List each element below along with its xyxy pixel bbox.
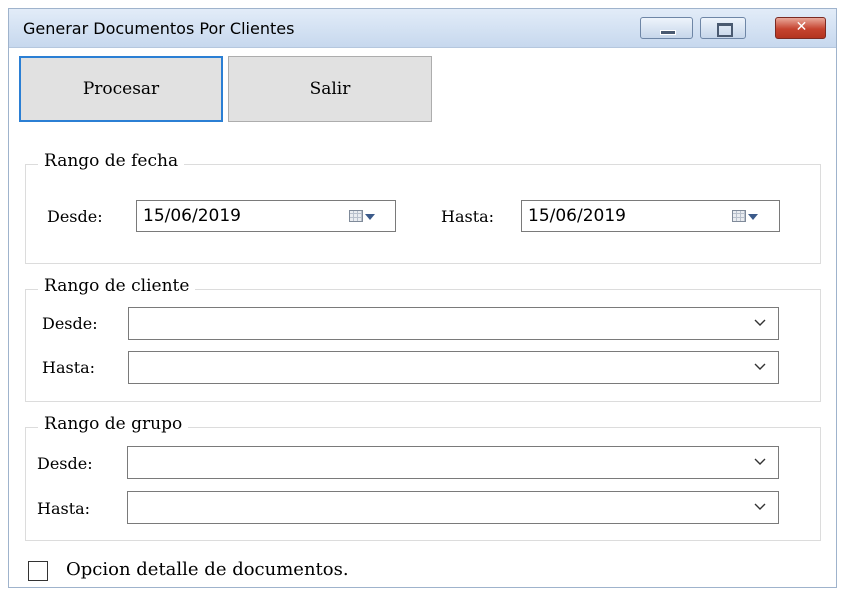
detalle-documentos-label[interactable]: Opcion detalle de documentos. xyxy=(66,559,349,580)
title-bar[interactable]: Generar Documentos Por Clientes ✕ xyxy=(9,9,836,48)
grupo-hasta-select[interactable] xyxy=(127,491,779,524)
fecha-desde-picker[interactable]: 15/06/2019 xyxy=(136,200,396,232)
detalle-documentos-checkbox[interactable] xyxy=(28,561,48,581)
grupo-desde-label: Desde: xyxy=(37,454,93,473)
calendar-icon[interactable] xyxy=(732,210,746,222)
chevron-down-icon[interactable] xyxy=(754,500,766,512)
close-icon: ✕ xyxy=(795,19,808,35)
window: Generar Documentos Por Clientes ✕ Proces… xyxy=(8,8,837,588)
procesar-button[interactable]: Procesar xyxy=(19,56,223,122)
minimize-button[interactable] xyxy=(640,17,693,39)
calendar-dropdown-arrow-icon[interactable] xyxy=(365,214,375,220)
rango-grupo-group: Rango de grupo Desde: Hasta: xyxy=(25,414,821,541)
chevron-down-icon[interactable] xyxy=(754,316,766,328)
cliente-desde-label: Desde: xyxy=(42,314,98,333)
calendar-icon[interactable] xyxy=(349,210,363,222)
fecha-hasta-label: Hasta: xyxy=(441,207,495,226)
fecha-desde-label: Desde: xyxy=(47,207,103,226)
rango-cliente-group: Rango de cliente Desde: Hasta: xyxy=(25,276,821,402)
grupo-desde-select[interactable] xyxy=(127,446,779,479)
rango-cliente-legend: Rango de cliente xyxy=(38,276,196,296)
chevron-down-icon[interactable] xyxy=(754,455,766,467)
cliente-hasta-select[interactable] xyxy=(128,351,779,384)
maximize-icon xyxy=(717,23,733,37)
maximize-button[interactable] xyxy=(700,17,746,39)
fecha-hasta-picker[interactable]: 15/06/2019 xyxy=(521,200,780,232)
fecha-hasta-value: 15/06/2019 xyxy=(528,206,626,226)
window-title: Generar Documentos Por Clientes xyxy=(23,19,295,38)
close-button[interactable]: ✕ xyxy=(775,17,826,39)
chevron-down-icon[interactable] xyxy=(754,360,766,372)
cliente-desde-select[interactable] xyxy=(128,307,779,340)
grupo-hasta-label: Hasta: xyxy=(37,499,91,518)
cliente-hasta-label: Hasta: xyxy=(42,358,96,377)
fecha-desde-value: 15/06/2019 xyxy=(143,206,241,226)
rango-fecha-group: Rango de fecha Desde: 15/06/2019 Hasta: … xyxy=(25,151,821,264)
salir-button[interactable]: Salir xyxy=(228,56,432,122)
rango-fecha-legend: Rango de fecha xyxy=(38,151,185,171)
minimize-icon xyxy=(660,30,676,35)
rango-grupo-legend: Rango de grupo xyxy=(38,414,189,434)
calendar-dropdown-arrow-icon[interactable] xyxy=(748,214,758,220)
